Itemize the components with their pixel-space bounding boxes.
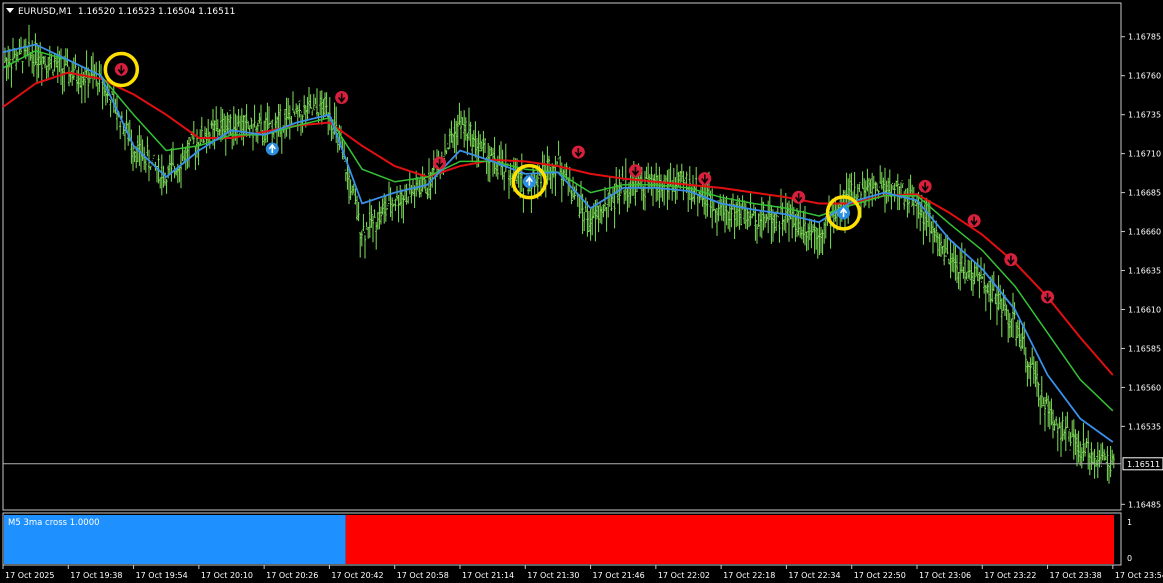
price-tick-label: 1.16485 bbox=[1128, 500, 1161, 509]
sell-arrow-icon[interactable] bbox=[918, 179, 932, 193]
price-tick-label: 1.16785 bbox=[1128, 33, 1161, 42]
price-chart[interactable]: 1.16785 1.16760 1.16735 1.16710 1.16685 1.166… bbox=[0, 0, 1163, 583]
time-tick-label: 17 Oct 22:34 bbox=[788, 571, 840, 580]
price-tick-label: 1.16685 bbox=[1128, 189, 1161, 198]
time-tick-label: 17 Oct 23:22 bbox=[984, 571, 1036, 580]
price-tick-label: 1.16635 bbox=[1128, 267, 1161, 276]
sell-arrow-icon[interactable] bbox=[433, 156, 447, 170]
price-tick-label: 1.16535 bbox=[1128, 422, 1161, 431]
time-tick-label: 17 Oct 22:18 bbox=[723, 571, 775, 580]
price-tick-label: 1.16710 bbox=[1128, 150, 1161, 159]
sell-arrow-icon[interactable] bbox=[698, 172, 712, 186]
indicator-segment-down bbox=[345, 515, 1115, 564]
time-tick-label: 17 Oct 20:58 bbox=[397, 571, 449, 580]
price-tick-label: 1.16660 bbox=[1128, 228, 1161, 237]
sell-arrow-icon[interactable] bbox=[1004, 253, 1018, 267]
buy-arrow-icon[interactable] bbox=[265, 142, 279, 156]
price-tick-label: 1.16560 bbox=[1128, 383, 1161, 392]
current-price-value: 1.16511 bbox=[1127, 460, 1160, 469]
ohlc-values: 1.16520 1.16523 1.16504 1.16511 bbox=[77, 7, 236, 17]
chart-header[interactable]: EURUSD,M1 1.16520 1.16523 1.16504 1.1651… bbox=[6, 7, 235, 17]
price-tick-label: 1.16760 bbox=[1128, 72, 1161, 81]
indicator-scale-top: 1 bbox=[1127, 518, 1132, 527]
price-tick-label: 1.16585 bbox=[1128, 344, 1161, 353]
current-price-label: 1.16511 bbox=[1122, 457, 1163, 471]
sell-arrow-icon[interactable] bbox=[628, 164, 642, 178]
time-tick-label: 17 Oct 23:38 bbox=[1050, 571, 1102, 580]
time-tick-label: 17 Oct 21:30 bbox=[527, 571, 579, 580]
buy-arrow-icon[interactable] bbox=[837, 206, 851, 220]
sell-arrow-icon[interactable] bbox=[335, 91, 349, 105]
time-tick-label: 17 Oct 22:50 bbox=[854, 571, 906, 580]
time-tick-label: 17 Oct 2025 bbox=[5, 571, 54, 580]
sell-arrow-icon[interactable] bbox=[967, 214, 981, 228]
sell-arrow-icon[interactable] bbox=[114, 62, 128, 76]
time-tick-label: 17 Oct 21:14 bbox=[462, 571, 514, 580]
collapse-triangle-icon[interactable] bbox=[6, 8, 14, 13]
sell-arrow-icon[interactable] bbox=[571, 145, 585, 159]
time-tick-label: 17 Oct 21:46 bbox=[593, 571, 645, 580]
time-tick-label: 17 Oct 22:02 bbox=[658, 571, 710, 580]
indicator-histogram bbox=[4, 515, 1115, 564]
time-tick-label: 17 Oct 23:06 bbox=[919, 571, 971, 580]
indicator-label: M5 3ma cross 1.0000 bbox=[8, 518, 100, 528]
time-tick-label: 17 Oct 20:42 bbox=[331, 571, 383, 580]
time-tick-label: 17 Oct 23:54 bbox=[1115, 571, 1163, 580]
indicator-scale-bottom: 0 bbox=[1127, 554, 1132, 563]
time-tick-label: 17 Oct 19:54 bbox=[136, 571, 188, 580]
sell-arrow-icon[interactable] bbox=[1041, 290, 1055, 304]
time-tick-label: 17 Oct 20:10 bbox=[201, 571, 253, 580]
sell-arrow-icon[interactable] bbox=[792, 190, 806, 204]
price-tick-label: 1.16735 bbox=[1128, 111, 1161, 120]
buy-arrow-icon[interactable] bbox=[522, 175, 536, 189]
time-tick-label: 17 Oct 20:26 bbox=[266, 571, 318, 580]
price-tick-label: 1.16610 bbox=[1128, 305, 1161, 314]
time-tick-label: 17 Oct 19:38 bbox=[70, 571, 122, 580]
symbol-label: EURUSD,M1 bbox=[18, 7, 73, 17]
